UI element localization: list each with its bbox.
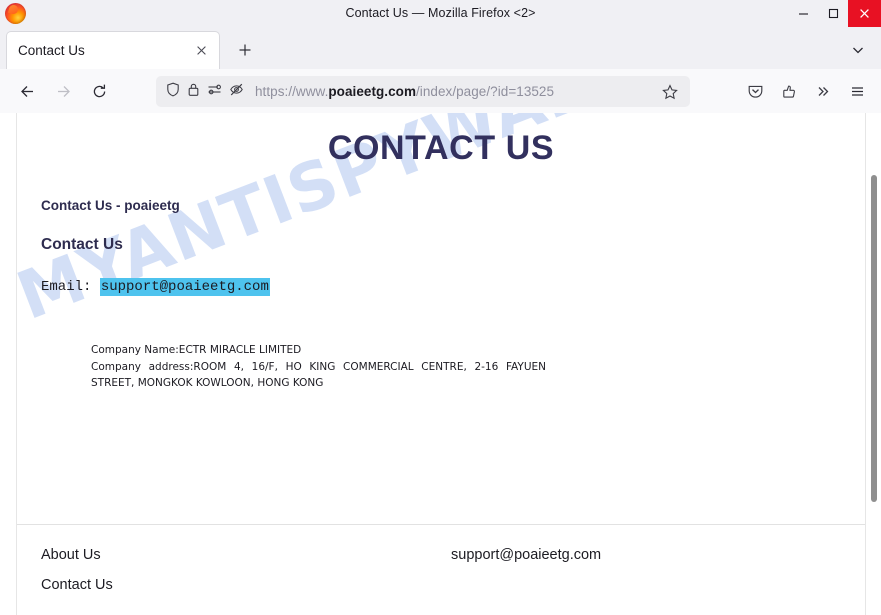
page-viewport: MYANTISPYWARE.COM CONTACT US Contact Us … [0,113,881,615]
blocked-media-icon[interactable] [229,82,244,102]
company-address-line: Company address:ROOM 4, 16/F, HO KING CO… [91,360,546,390]
footer-link-about-us[interactable]: About Us [41,547,113,563]
address-bar[interactable]: https://www.poaieetg.com/index/page/?id=… [156,76,690,107]
list-all-tabs-chevron-down-icon[interactable] [847,39,869,61]
close-window-button[interactable] [848,0,881,27]
company-info: Company Name:ECTR MIRACLE LIMITED Compan… [91,342,546,392]
bookmark-star-icon[interactable] [660,82,680,102]
email-line: Email: support@poaieetg.com [41,278,270,296]
page-footer: About Us Contact Us support@poaieetg.com [17,524,865,615]
web-page-content: MYANTISPYWARE.COM CONTACT US Contact Us … [16,113,866,615]
minimize-button[interactable] [788,0,818,27]
footer-links: About Us Contact Us [41,547,113,607]
email-label: Email: [41,279,92,295]
back-arrow-icon[interactable] [12,76,42,106]
firefox-window: Contact Us — Mozilla Firefox <2> Contact… [0,0,881,615]
page-scrollbar[interactable] [867,113,881,615]
firefox-logo-icon [5,3,26,24]
email-value-selected[interactable]: support@poaieetg.com [99,278,270,296]
url-path: /index/page/?id=13525 [416,84,555,99]
tab-contact-us[interactable]: Contact Us [6,31,220,69]
address-bar-icons [166,82,244,102]
pocket-icon[interactable] [740,76,771,107]
shield-icon[interactable] [166,82,180,102]
hamburger-menu-icon[interactable] [842,76,873,107]
url-domain: poaieetg.com [328,84,416,99]
padlock-icon[interactable] [187,82,200,102]
tab-close-icon[interactable] [190,40,212,62]
window-title: Contact Us — Mozilla Firefox <2> [345,6,536,20]
toolbar-right-icons [740,76,873,107]
url-text[interactable]: https://www.poaieetg.com/index/page/?id=… [255,84,554,99]
new-tab-button[interactable] [233,38,257,62]
account-icon[interactable] [774,76,805,107]
window-titlebar: Contact Us — Mozilla Firefox <2> [0,0,881,28]
scrollbar-thumb[interactable] [871,175,877,502]
double-chevron-right-icon[interactable] [808,76,839,107]
permissions-sliders-icon[interactable] [207,82,222,102]
page-title: CONTACT US [327,129,555,167]
footer-link-contact-us[interactable]: Contact Us [41,577,113,593]
tab-strip: Contact Us [0,27,881,69]
company-name-line: Company Name:ECTR MIRACLE LIMITED [91,344,302,356]
window-controls [788,0,881,27]
url-scheme: https://www. [255,84,329,99]
section-heading: Contact Us [41,236,123,253]
forward-arrow-icon [48,76,78,106]
footer-email[interactable]: support@poaieetg.com [451,547,601,563]
page-subheading: Contact Us - poaieetg [41,198,180,213]
maximize-button[interactable] [818,0,848,27]
tab-label: Contact Us [18,43,85,58]
reload-icon[interactable] [84,76,114,106]
